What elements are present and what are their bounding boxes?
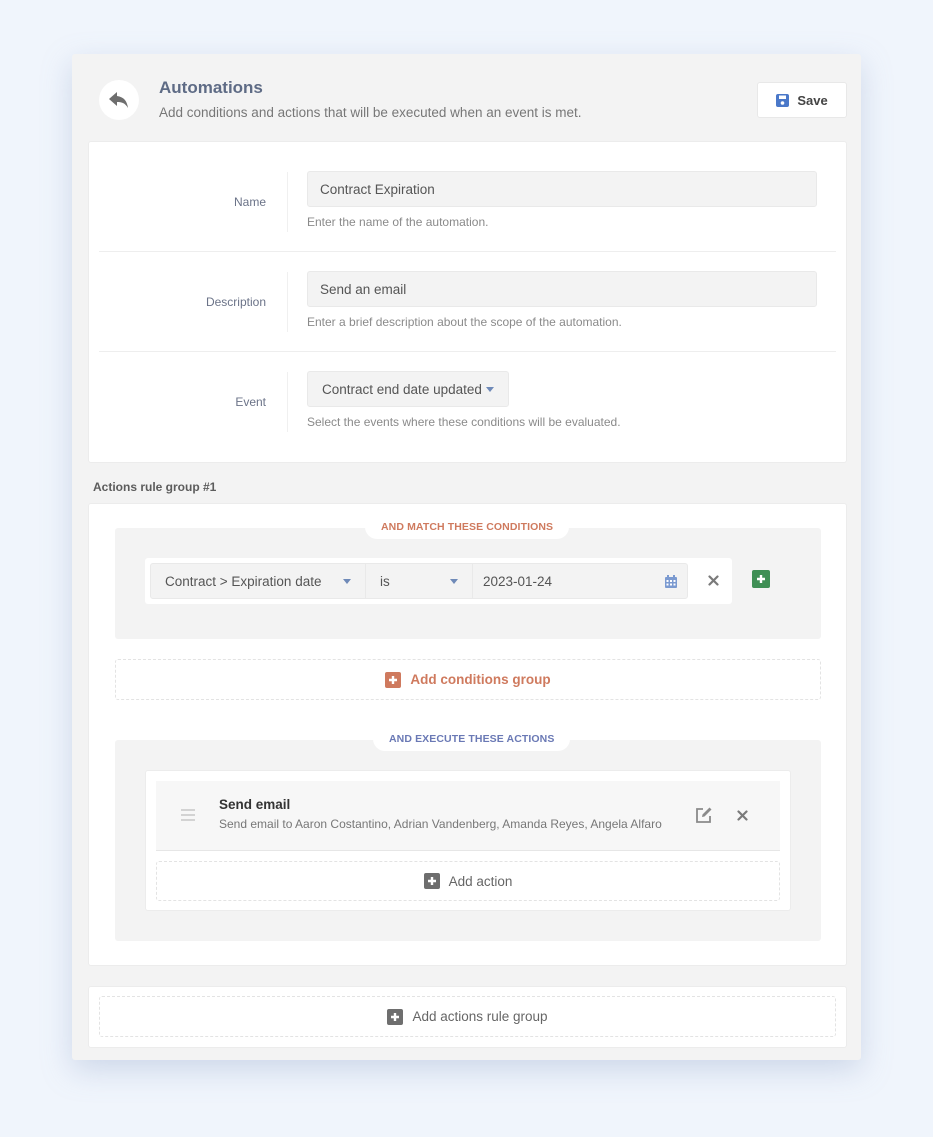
description-help-text: Enter a brief description about the scop… [307,315,622,329]
chevron-down-icon [343,578,351,584]
automation-form: Name Contract Expiration Enter the name … [88,141,847,463]
name-label: Name [233,194,266,209]
action-title: Send email [219,797,291,812]
plus-icon [757,575,765,583]
name-help-text: Enter the name of the automation. [307,215,489,229]
name-row: Name Contract Expiration Enter the name … [99,152,836,252]
condition-field-value: Contract > Expiration date [165,573,322,589]
event-label: Event [235,395,266,409]
remove-action-button[interactable] [734,807,750,823]
conditions-pill: AND MATCH THESE CONDITIONS [365,515,570,539]
conditions-panel: AND MATCH THESE CONDITIONS Contract > Ex… [115,515,821,639]
divider [287,272,288,332]
close-icon [707,574,719,586]
event-help-text: Select the events where these conditions… [307,415,621,429]
add-actions-rule-group-button[interactable]: Add actions rule group [99,996,836,1037]
remove-condition-button[interactable] [705,572,721,588]
divider [287,172,288,232]
back-button[interactable] [99,80,139,120]
rule-group-card: AND MATCH THESE CONDITIONS Contract > Ex… [88,503,847,966]
condition-field-select[interactable]: Contract > Expiration date [150,563,366,599]
add-conditions-group-label: Add conditions group [410,672,551,687]
condition-date-input[interactable]: 2023-01-24 [472,563,688,599]
page-title: Automations [159,78,263,97]
actions-pill: AND EXECUTE THESE ACTIONS [373,727,571,751]
condition-date-value: 2023-01-24 [483,573,553,589]
add-condition-button[interactable] [752,570,770,588]
add-action-button[interactable]: Add action [156,861,780,901]
condition-row: Contract > Expiration date is 2023-01-24 [145,558,732,604]
event-select[interactable]: Contract end date updated [307,371,509,407]
calendar-icon[interactable] [665,574,677,588]
chevron-down-icon [450,578,458,584]
page-subtitle: Add conditions and actions that will be … [159,105,582,120]
automations-panel: Automations Add conditions and actions t… [72,54,861,1060]
save-button[interactable]: Save [757,82,847,118]
edit-icon [696,807,712,823]
add-conditions-group-button[interactable]: Add conditions group [115,659,821,700]
add-action-label: Add action [448,873,513,889]
actions-list: Send email Send email to Aaron Costantin… [145,770,791,911]
rule-group-title: Actions rule group #1 [93,480,217,494]
plus-square-icon [423,873,440,889]
event-row: Event Contract end date updated Select t… [99,352,836,452]
name-input[interactable]: Contract Expiration [307,171,817,207]
reply-arrow-icon [109,92,128,108]
description-row: Description Send an email Enter a brief … [99,252,836,352]
actions-panel: AND EXECUTE THESE ACTIONS Send email Sen… [115,727,821,941]
action-item: Send email Send email to Aaron Costantin… [156,781,780,851]
plus-square-icon [387,1008,404,1025]
add-actions-rule-group-label: Add actions rule group [412,1009,548,1024]
divider [287,372,288,432]
chevron-down-icon [486,386,494,392]
save-label: Save [797,92,828,108]
floppy-disk-icon [776,93,790,107]
condition-operator-select[interactable]: is [365,563,473,599]
condition-operator-value: is [380,573,390,589]
edit-action-button[interactable] [694,805,714,825]
add-rule-group-card: Add actions rule group [88,986,847,1048]
close-icon [736,809,748,821]
plus-square-icon [385,671,402,688]
action-description: Send email to Aaron Costantino, Adrian V… [219,817,662,831]
event-selected-value: Contract end date updated [322,381,482,397]
drag-handle-icon[interactable] [181,809,195,824]
description-input[interactable]: Send an email [307,271,817,307]
description-label: Description [205,294,266,309]
